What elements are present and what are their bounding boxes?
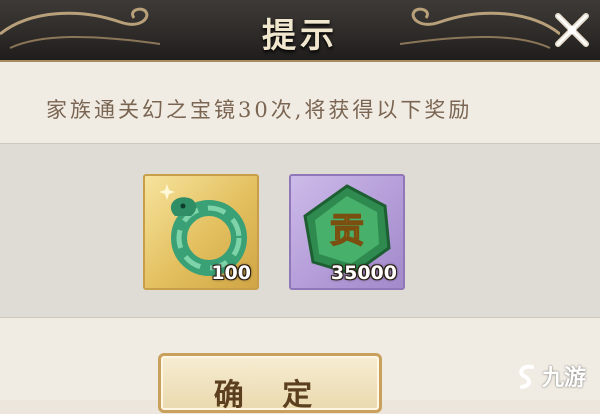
reward-quantity: 35000 — [330, 262, 397, 284]
dialog-header: 提示 — [0, 0, 600, 62]
dialog-title: 提示 — [262, 16, 338, 56]
reward-item-jade-ring[interactable]: 100 — [143, 174, 259, 290]
reward-quantity: 100 — [211, 262, 251, 284]
confirm-label: 确 定 — [213, 378, 327, 413]
jiuyou-logo-icon — [519, 364, 534, 389]
close-x-icon — [555, 13, 589, 47]
confirm-button[interactable]: 确 定 — [158, 353, 382, 413]
watermark-text: 九游 — [541, 366, 586, 391]
watermark: 九游 — [514, 360, 586, 392]
close-button[interactable] — [552, 10, 592, 50]
reward-message: 家族通关幻之宝镜30次,将获得以下奖励 — [46, 98, 473, 122]
token-character: 贡 — [330, 211, 364, 251]
reward-item-contribution[interactable]: 贡 35000 — [289, 174, 405, 290]
